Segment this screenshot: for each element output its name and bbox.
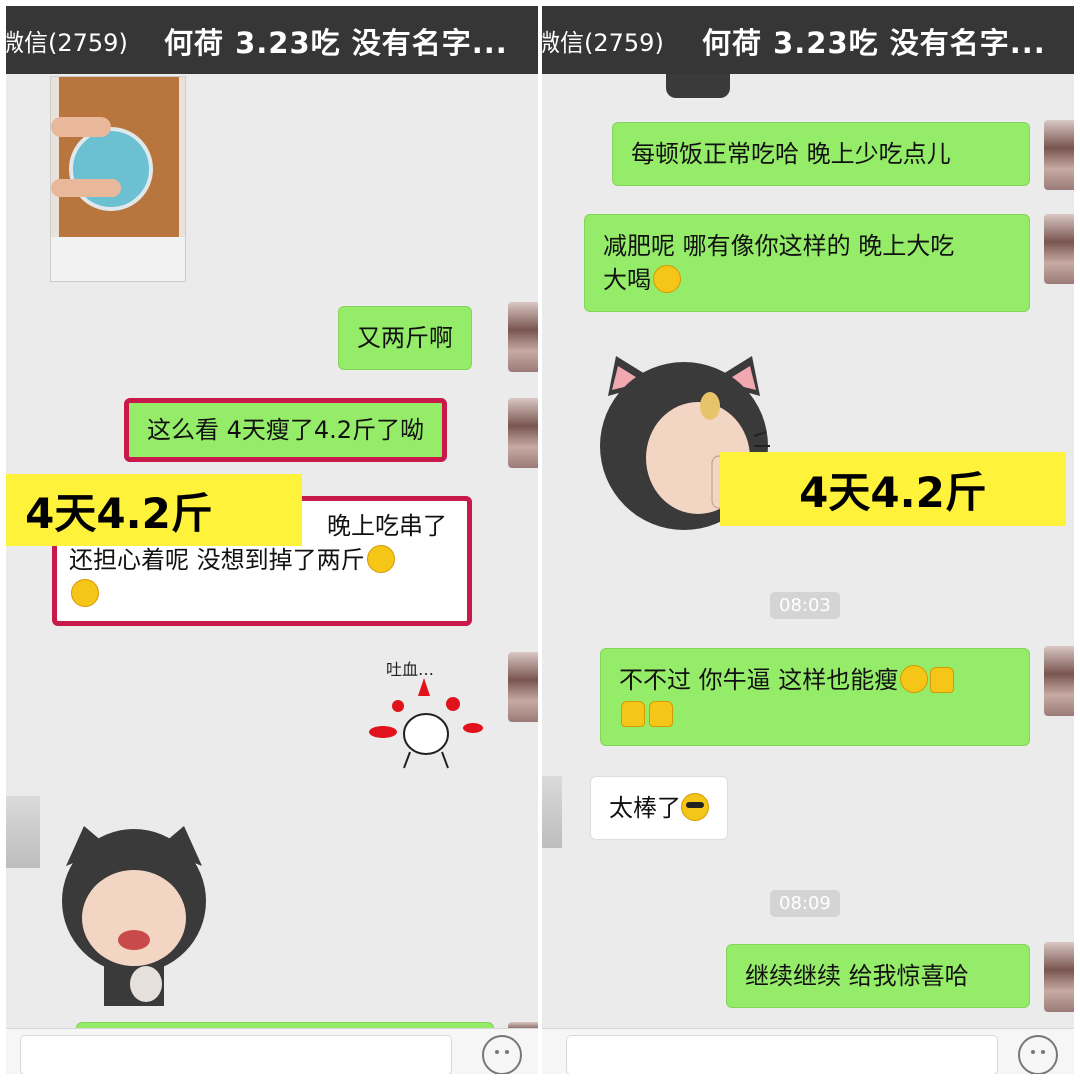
- sticker-drawing: [369, 678, 483, 769]
- chat-title: 何荷 3.23吃 没有名字...: [702, 26, 1046, 60]
- laugh-cry-emoji-icon: [653, 265, 681, 293]
- message-bubble[interactable]: 不不过 你牛逼 这样也能瘦: [600, 648, 1030, 746]
- message-input[interactable]: [20, 1035, 452, 1074]
- message-bubble[interactable]: 减肥呢 哪有像你这样的 晚上大吃 大喝: [584, 214, 1030, 312]
- message-bubble[interactable]: 太棒了: [590, 776, 728, 840]
- highlight-label: 4天4.2斤: [720, 452, 1066, 526]
- avatar[interactable]: [508, 652, 538, 722]
- message-line: 不不过 你牛逼 这样也能瘦: [619, 663, 1011, 697]
- highlight-label: 4天4.2斤: [6, 474, 302, 546]
- message-text: 又两斤啊: [357, 324, 453, 352]
- message-text: 大喝: [603, 266, 651, 294]
- message-line: 减肥呢 哪有像你这样的 晚上大吃: [603, 232, 955, 260]
- timestamp: 08:03: [770, 592, 840, 619]
- avatar[interactable]: [508, 302, 538, 372]
- message-input[interactable]: [566, 1035, 998, 1074]
- scale-photo[interactable]: [50, 76, 186, 282]
- message-line: [69, 577, 455, 611]
- back-button[interactable]: 微信(2759): [6, 23, 128, 58]
- message-text: 这么看 4天瘦了4.2斤了呦: [147, 416, 425, 444]
- thumbs-up-icon: [621, 701, 645, 727]
- emoji-button-icon[interactable]: [482, 1035, 522, 1074]
- thinking-emoji-icon: [366, 545, 395, 573]
- sticker-drawing: [62, 826, 206, 1006]
- avatar[interactable]: [6, 796, 40, 868]
- avatar[interactable]: [1044, 120, 1074, 190]
- thinking-emoji-icon: [71, 579, 99, 607]
- message-text: 不不过 你牛逼 这样也能瘦: [619, 666, 899, 694]
- sticker-partial: [666, 74, 730, 98]
- avatar[interactable]: [1044, 646, 1074, 716]
- left-chat-panel: 微信(2759) 何荷 3.23吃 没有名字... 又两斤啊 这么看 4天瘦了4…: [6, 6, 538, 1074]
- spit-blood-sticker[interactable]: 吐血…: [358, 656, 498, 776]
- thumbs-up-icon: [930, 667, 955, 693]
- avatar[interactable]: [542, 776, 562, 848]
- message-bubble[interactable]: 每顿饭正常吃哈 晚上少吃点儿: [612, 122, 1030, 186]
- message-bubble[interactable]: 继续继续 给我惊喜哈: [726, 944, 1030, 1008]
- timestamp: 08:09: [770, 890, 840, 917]
- laugh-cry-emoji-icon: [900, 665, 929, 693]
- message-bubble-highlighted[interactable]: 这么看 4天瘦了4.2斤了呦: [124, 398, 448, 462]
- message-bubble[interactable]: 又两斤啊: [338, 306, 472, 370]
- right-chat-panel: 微信(2759) 何荷 3.23吃 没有名字... 每顿饭正常吃哈 晚上少吃点儿…: [542, 6, 1074, 1074]
- input-bar: [542, 1028, 1074, 1074]
- message-line: 还担心着呢 没想到掉了两斤: [69, 543, 455, 577]
- message-text: 每顿饭正常吃哈 晚上少吃点儿: [631, 140, 951, 168]
- avatar[interactable]: [508, 398, 538, 468]
- cat-baby-sticker[interactable]: [54, 806, 214, 1006]
- back-button[interactable]: 微信(2759): [542, 23, 664, 58]
- message-text: 还担心着呢 没想到掉了两斤: [69, 546, 365, 574]
- message-line: 大喝: [603, 263, 1011, 297]
- message-line: [619, 697, 1011, 731]
- message-text: 太棒了: [609, 794, 681, 822]
- avatar[interactable]: [1044, 214, 1074, 284]
- chat-title: 何荷 3.23吃 没有名字...: [164, 26, 508, 60]
- sunglasses-emoji-icon: [681, 793, 709, 821]
- chat-header: 微信(2759) 何荷 3.23吃 没有名字...: [542, 6, 1074, 74]
- emoji-button-icon[interactable]: [1018, 1035, 1058, 1074]
- message-text: 继续继续 给我惊喜哈: [745, 962, 969, 990]
- chat-header: 微信(2759) 何荷 3.23吃 没有名字...: [6, 6, 538, 74]
- thumbs-up-icon: [649, 701, 673, 727]
- input-bar: [6, 1028, 538, 1074]
- avatar[interactable]: [1044, 942, 1074, 1012]
